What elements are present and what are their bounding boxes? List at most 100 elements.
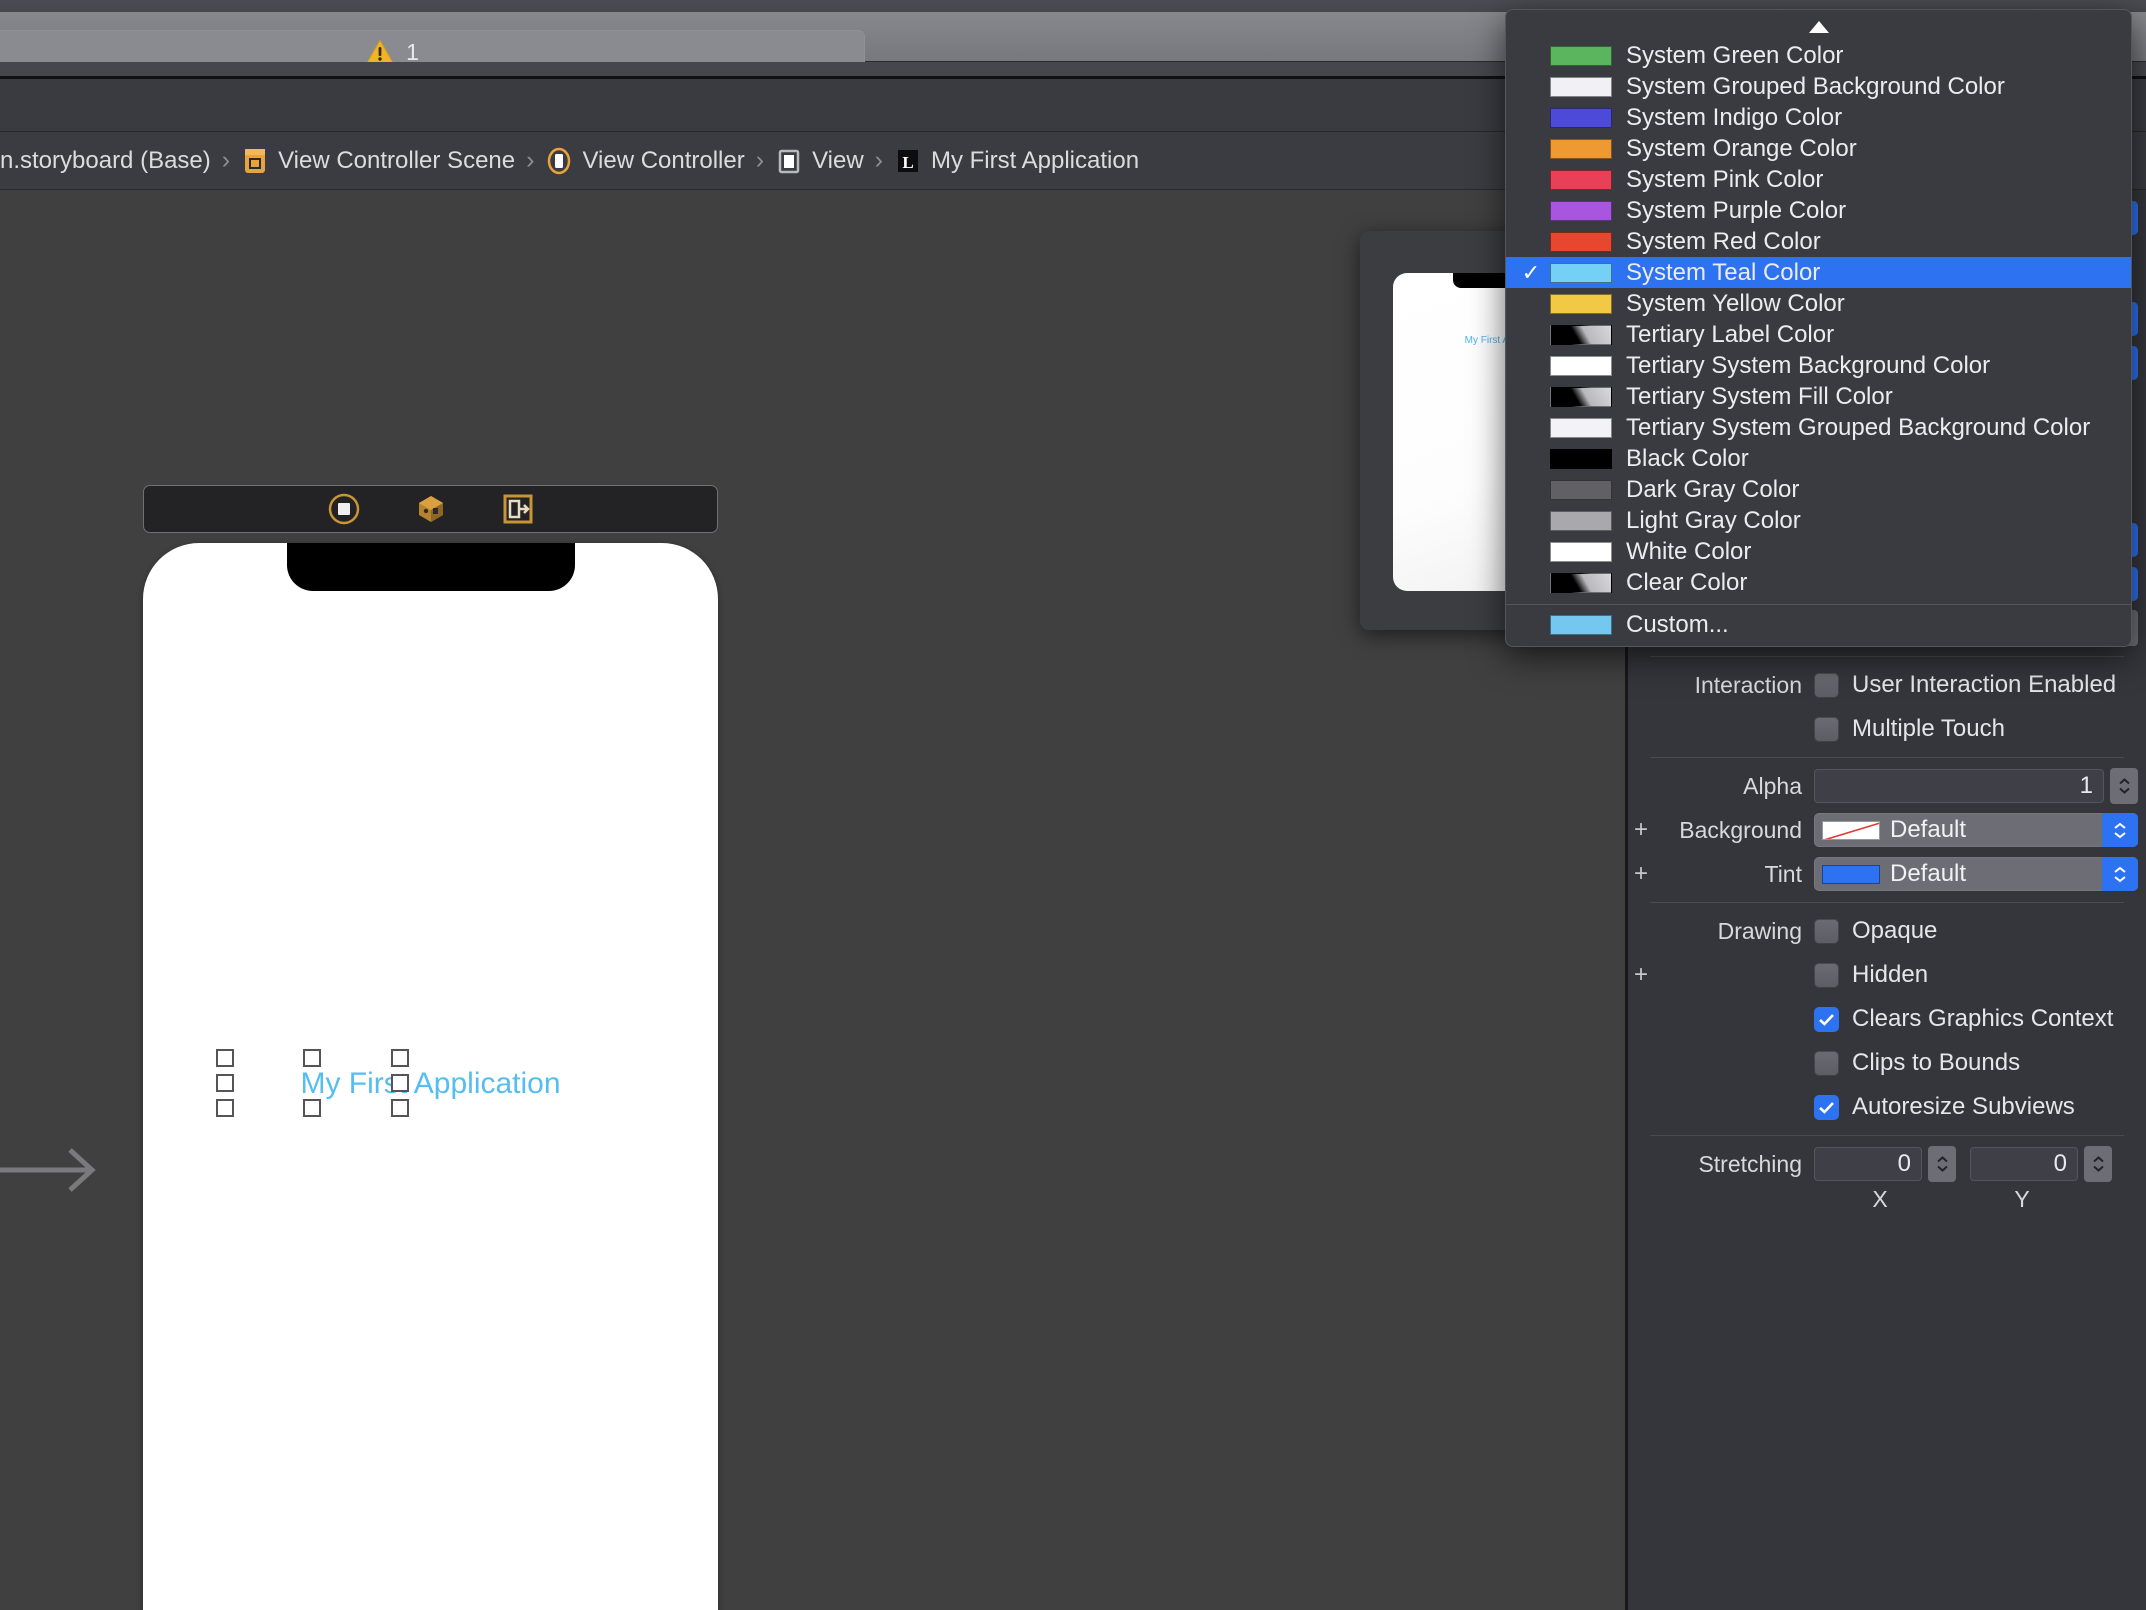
- row-drawing-hidden[interactable]: + Hidden: [1628, 953, 2146, 997]
- color-swatch: [1550, 448, 1612, 469]
- add-variation-hidden[interactable]: +: [1628, 961, 1654, 989]
- stretching-x-stepper[interactable]: [1928, 1146, 1956, 1182]
- selection-handle-top-right[interactable]: [391, 1049, 409, 1067]
- entry-point-arrow-icon: [0, 1148, 96, 1192]
- background-swatch-clear: [1822, 820, 1880, 840]
- stretching-y-unit: Y: [2014, 1185, 2030, 1212]
- menu-item-color[interactable]: System Purple Color: [1506, 195, 2131, 226]
- color-popup-menu[interactable]: System Green Color System Grouped Backgro…: [1505, 9, 2132, 647]
- view-icon: [778, 149, 800, 173]
- opaque-checkbox[interactable]: [1814, 918, 1839, 944]
- breadcrumb-item-label[interactable]: L My First Application: [894, 146, 1139, 176]
- menu-item-color[interactable]: Tertiary Label Color: [1506, 319, 2131, 350]
- chevron-up-icon: [2114, 866, 2126, 873]
- clears-graphics-context-checkbox[interactable]: [1814, 1006, 1839, 1032]
- color-swatch: [1550, 510, 1612, 531]
- divider: [1650, 757, 2124, 758]
- selection-handle-mid-right[interactable]: [391, 1074, 409, 1092]
- cube-3d-icon[interactable]: [414, 492, 448, 526]
- menu-item-color[interactable]: System Yellow Color: [1506, 288, 2131, 319]
- tint-color-popup[interactable]: Default: [1814, 857, 2138, 891]
- svg-text:L: L: [902, 153, 913, 172]
- row-alpha[interactable]: Alpha 1: [1628, 764, 2146, 808]
- menu-item-color[interactable]: System Red Color: [1506, 226, 2131, 257]
- menu-item-color[interactable]: White Color: [1506, 536, 2131, 567]
- menu-item-color[interactable]: Light Gray Color: [1506, 505, 2131, 536]
- color-swatch: [1550, 262, 1612, 283]
- menu-item-color[interactable]: System Green Color: [1506, 40, 2131, 71]
- selection-handle-top-left[interactable]: [216, 1049, 234, 1067]
- breadcrumb-item-scene[interactable]: View Controller Scene: [241, 146, 515, 176]
- color-swatch: [1550, 76, 1612, 97]
- row-drawing-clears-graphics-context[interactable]: Clears Graphics Context: [1628, 997, 2146, 1041]
- menu-item-custom[interactable]: Custom...: [1506, 609, 2131, 640]
- row-drawing-opaque[interactable]: Drawing Opaque: [1628, 909, 2146, 953]
- menu-checkmark-icon: ✓: [1521, 259, 1541, 285]
- menu-item-color[interactable]: Tertiary System Background Color: [1506, 350, 2131, 381]
- stretching-x-input[interactable]: 0: [1814, 1147, 1922, 1181]
- row-multiple-touch[interactable]: Multiple Touch: [1628, 707, 2146, 751]
- row-tint[interactable]: + Tint Default: [1628, 852, 2146, 896]
- color-swatch: [1550, 293, 1612, 314]
- menu-item-color[interactable]: System Pink Color: [1506, 164, 2131, 195]
- selection-handle-bottom-left[interactable]: [216, 1099, 234, 1117]
- selection-handle-bottom-center[interactable]: [303, 1099, 321, 1117]
- color-swatch: [1550, 355, 1612, 376]
- breadcrumb-item-view-controller[interactable]: View Controller: [545, 146, 745, 176]
- canvas-label-my-first-application[interactable]: My First Application: [300, 1067, 560, 1101]
- view-controller-round-icon[interactable]: [327, 492, 361, 526]
- add-variation-background[interactable]: +: [1628, 816, 1654, 844]
- stretching-y-stepper[interactable]: [2084, 1146, 2112, 1182]
- background-stepper-arrows[interactable]: [2102, 813, 2138, 847]
- menu-item-color[interactable]: Tertiary System Grouped Background Color: [1506, 412, 2131, 443]
- chevron-up-icon: [2114, 822, 2126, 829]
- add-variation-tint[interactable]: +: [1628, 860, 1654, 888]
- row-background[interactable]: + Background Default: [1628, 808, 2146, 852]
- breadcrumb-item-storyboard[interactable]: n.storyboard (Base): [0, 147, 211, 175]
- menu-scroll-up-indicator[interactable]: [1506, 14, 2131, 40]
- menu-item-label: Dark Gray Color: [1626, 475, 1800, 503]
- scene-dock[interactable]: [143, 485, 718, 533]
- background-color-popup[interactable]: Default: [1814, 813, 2138, 847]
- menu-item-label: System Green Color: [1626, 41, 1844, 69]
- hidden-checkbox[interactable]: [1814, 962, 1839, 988]
- row-drawing-clips-to-bounds[interactable]: Clips to Bounds: [1628, 1041, 2146, 1085]
- menu-item-color[interactable]: System Grouped Background Color: [1506, 71, 2131, 102]
- color-swatch: [1550, 386, 1612, 407]
- alpha-label: Alpha: [1743, 772, 1802, 799]
- alpha-input[interactable]: 1: [1814, 769, 2104, 803]
- selection-handle-bottom-right[interactable]: [391, 1099, 409, 1117]
- custom-color-swatch: [1550, 614, 1612, 635]
- tint-stepper-arrows[interactable]: [2102, 857, 2138, 891]
- menu-item-color[interactable]: ✓ System Teal Color: [1506, 257, 2131, 288]
- alpha-stepper[interactable]: [2110, 768, 2138, 804]
- breadcrumb-separator: ›: [755, 146, 765, 174]
- row-stretching[interactable]: Stretching 0 0: [1628, 1142, 2146, 1186]
- autoresize-subviews-checkbox[interactable]: [1814, 1094, 1839, 1120]
- interaction-label: Interaction: [1694, 671, 1802, 698]
- menu-item-color[interactable]: Clear Color: [1506, 567, 2131, 598]
- chevron-down-icon: [2118, 787, 2130, 794]
- row-interaction-user-enabled[interactable]: Interaction User Interaction Enabled: [1628, 663, 2146, 707]
- breadcrumb-item-view[interactable]: View: [775, 146, 864, 176]
- menu-item-color[interactable]: System Indigo Color: [1506, 102, 2131, 133]
- stretching-x-value: 0: [1897, 1150, 1911, 1177]
- clips-to-bounds-checkbox[interactable]: [1814, 1050, 1839, 1076]
- user-interaction-enabled-checkbox[interactable]: [1814, 672, 1839, 698]
- color-swatch: [1550, 324, 1612, 345]
- exit-segue-icon[interactable]: [501, 492, 535, 526]
- menu-item-color[interactable]: System Orange Color: [1506, 133, 2131, 164]
- tint-label: Tint: [1764, 860, 1803, 887]
- stretching-y-input[interactable]: 0: [1970, 1147, 2078, 1181]
- menu-item-label: Black Color: [1626, 444, 1749, 472]
- menu-item-color[interactable]: Black Color: [1506, 443, 2131, 474]
- menu-item-color[interactable]: Dark Gray Color: [1506, 474, 2131, 505]
- menu-item-color[interactable]: Tertiary System Fill Color: [1506, 381, 2131, 412]
- checkmark-icon: [1819, 1013, 1834, 1026]
- row-drawing-autoresize-subviews[interactable]: Autoresize Subviews: [1628, 1085, 2146, 1129]
- selection-handle-top-center[interactable]: [303, 1049, 321, 1067]
- selection-handle-mid-left[interactable]: [216, 1074, 234, 1092]
- multiple-touch-checkbox[interactable]: [1814, 716, 1839, 742]
- iphone-device-frame[interactable]: My First Application: [143, 543, 718, 1610]
- color-swatch: [1550, 169, 1612, 190]
